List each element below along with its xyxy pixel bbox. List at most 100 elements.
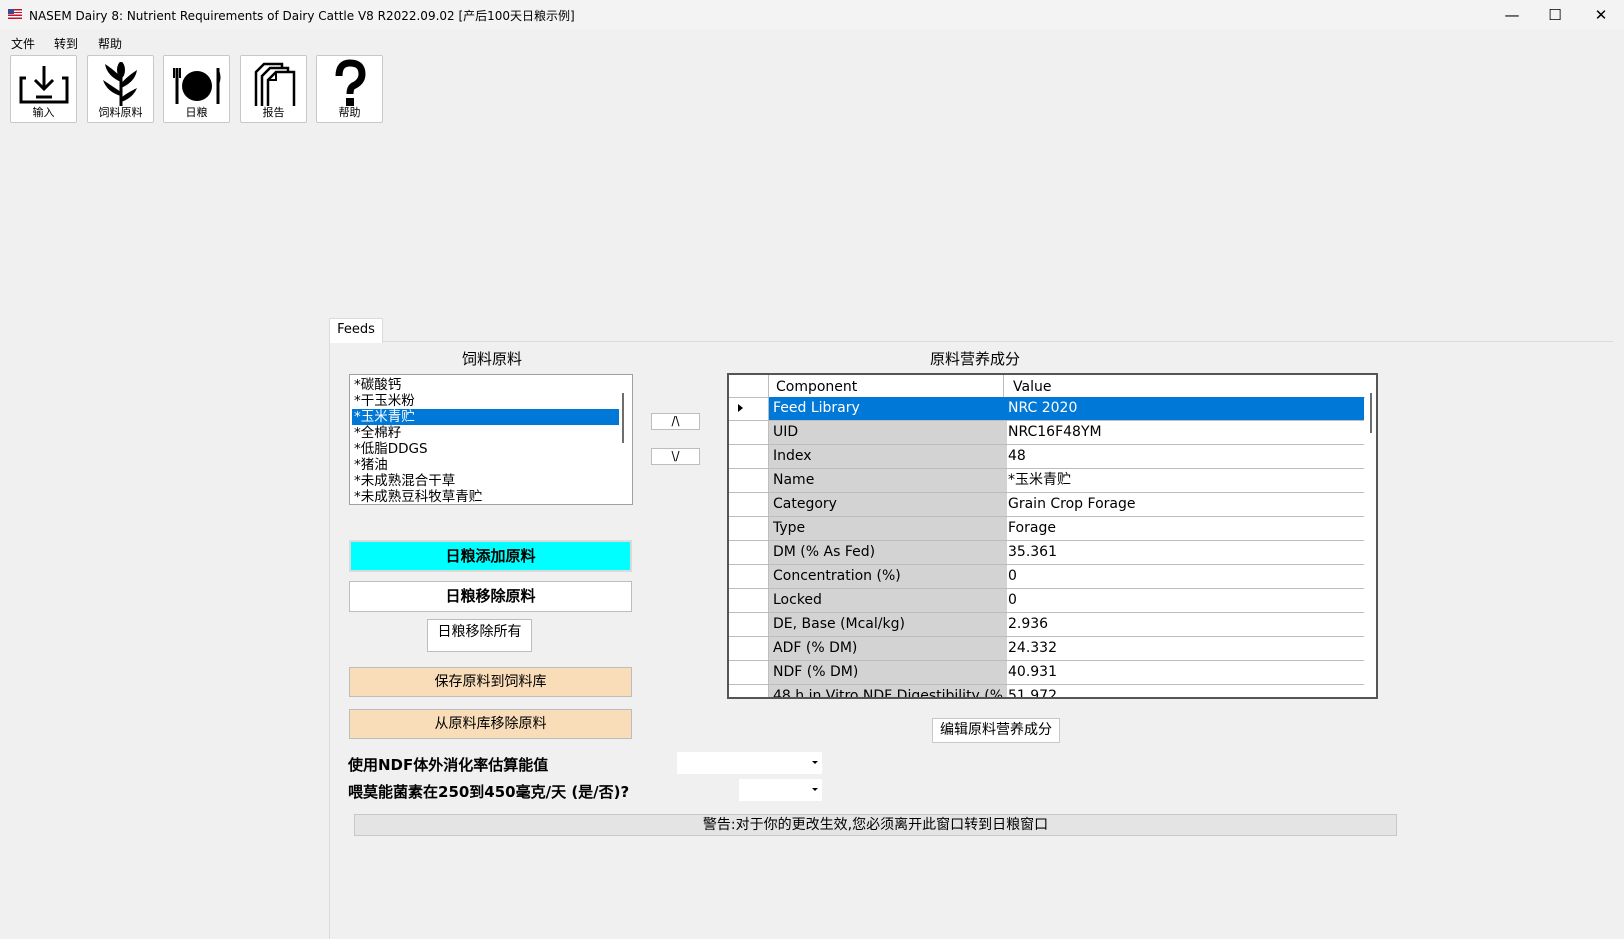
remove-all-button[interactable]: 日粮移除所有 (427, 619, 532, 652)
column-header-value[interactable]: Value (1013, 379, 1051, 395)
list-item[interactable]: *猪油 (352, 457, 619, 473)
list-item-selected[interactable]: *玉米青贮 (352, 409, 619, 425)
download-tray-icon (19, 66, 69, 104)
table-row[interactable]: Concentration (%) 0 (729, 565, 1364, 589)
save-to-library-button[interactable]: 保存原料到饲料库 (349, 667, 632, 697)
remove-from-library-button[interactable]: 从原料库移除原料 (349, 709, 632, 739)
list-item[interactable]: *低脂DDGS (352, 441, 619, 457)
feed-list-scrollbar[interactable] (622, 393, 624, 443)
row-header[interactable] (729, 685, 769, 697)
row-header[interactable] (729, 493, 769, 516)
value-cell[interactable]: Forage (1004, 517, 1364, 540)
table-row[interactable]: Feed Library NRC 2020 (729, 397, 1364, 421)
edit-nutrients-button[interactable]: 编辑原料营养成分 (932, 718, 1060, 743)
add-to-ration-button[interactable]: 日粮添加原料 (349, 540, 632, 572)
list-item[interactable]: *碳酸钙 (352, 377, 619, 393)
help-button[interactable]: 帮助 (316, 55, 383, 123)
row-header[interactable] (729, 469, 769, 492)
value-cell[interactable]: 24.332 (1004, 637, 1364, 660)
menu-help[interactable]: 帮助 (98, 35, 122, 52)
value-cell[interactable]: NRC16F48YM (1004, 421, 1364, 444)
move-up-button[interactable]: /\ (651, 413, 700, 430)
menu-goto[interactable]: 转到 (54, 35, 78, 52)
row-header[interactable] (729, 637, 769, 660)
value-cell[interactable]: 35.361 (1004, 541, 1364, 564)
list-item[interactable]: *全棉籽 (352, 425, 619, 441)
window-title: NASEM Dairy 8: Nutrient Requirements of … (29, 9, 575, 23)
list-item[interactable]: *未成熟豆科牧草青贮 (352, 489, 619, 504)
maximize-button[interactable]: ☐ (1540, 4, 1570, 26)
column-header-component[interactable]: Component (776, 379, 857, 395)
value-cell[interactable]: 0 (1004, 589, 1364, 612)
title-bar: NASEM Dairy 8: Nutrient Requirements of … (0, 0, 1624, 30)
component-cell: ADF (% DM) (769, 637, 1007, 660)
table-row[interactable]: Type Forage (729, 517, 1364, 541)
table-row[interactable]: NDF (% DM) 40.931 (729, 661, 1364, 685)
monensin-label: 喂莫能菌素在250到450毫克/天 (是/否)? (348, 783, 630, 801)
ndf-digestibility-select[interactable] (677, 752, 822, 774)
table-row[interactable]: Name *玉米青贮 (729, 469, 1364, 493)
value-cell[interactable]: *玉米青贮 (1004, 469, 1364, 492)
row-header[interactable] (729, 661, 769, 684)
feed-list[interactable]: *碳酸钙 *干玉米粉 *玉米青贮 *全棉籽 *低脂DDGS *猪油 *未成熟混合… (349, 374, 633, 505)
component-cell: NDF (% DM) (769, 661, 1007, 684)
us-flag-icon (8, 9, 22, 19)
row-header[interactable] (729, 565, 769, 588)
warning-message: 警告:对于你的更改生效,您必须离开此窗口转到日粮窗口 (354, 814, 1397, 836)
component-cell: Name (769, 469, 1007, 492)
help-button-label: 帮助 (338, 106, 361, 119)
list-item[interactable]: *干玉米粉 (352, 393, 619, 409)
table-row[interactable]: ADF (% DM) 24.332 (729, 637, 1364, 661)
ration-button[interactable]: 日粮 (163, 55, 230, 123)
input-button-label: 输入 (32, 106, 55, 119)
row-header[interactable] (729, 397, 769, 420)
table-row[interactable]: Index 48 (729, 445, 1364, 469)
input-button[interactable]: 输入 (10, 55, 77, 123)
documents-icon (254, 62, 296, 106)
menu-file[interactable]: 文件 (11, 35, 35, 52)
grid-scrollbar[interactable] (1370, 393, 1372, 433)
list-item[interactable]: *未成熟混合干草 (352, 473, 619, 489)
value-cell[interactable]: 40.931 (1004, 661, 1364, 684)
row-header[interactable] (729, 589, 769, 612)
table-row[interactable]: 48 h in Vitro NDF Digestibility (% 51.97… (729, 685, 1364, 697)
feedstuffs-button[interactable]: 饲料原料 (87, 55, 154, 123)
value-cell[interactable]: Grain Crop Forage (1004, 493, 1364, 516)
report-button[interactable]: 报告 (240, 55, 307, 123)
minimize-button[interactable]: — (1497, 4, 1527, 26)
ration-button-label: 日粮 (185, 106, 208, 119)
chevron-down-icon (812, 761, 818, 764)
chevron-down-icon (812, 788, 818, 791)
row-header[interactable] (729, 421, 769, 444)
table-row[interactable]: Category Grain Crop Forage (729, 493, 1364, 517)
component-cell: Index (769, 445, 1007, 468)
component-cell: 48 h in Vitro NDF Digestibility (% (769, 685, 1007, 697)
table-row[interactable]: Locked 0 (729, 589, 1364, 613)
table-row[interactable]: UID NRC16F48YM (729, 421, 1364, 445)
close-button[interactable]: ✕ (1586, 4, 1616, 26)
row-header[interactable] (729, 445, 769, 468)
plate-cutlery-icon (173, 68, 221, 104)
monensin-select[interactable] (739, 779, 822, 801)
row-header[interactable] (729, 613, 769, 636)
current-row-arrow-icon (738, 404, 743, 412)
value-cell[interactable]: 2.936 (1004, 613, 1364, 636)
value-cell[interactable]: 51.972 (1004, 685, 1364, 697)
value-cell[interactable]: 0 (1004, 565, 1364, 588)
remove-from-ration-button[interactable]: 日粮移除原料 (349, 581, 632, 612)
value-cell[interactable]: NRC 2020 (1004, 397, 1364, 420)
table-row[interactable]: DM (% As Fed) 35.361 (729, 541, 1364, 565)
nutrient-grid[interactable]: Component Value Feed Library NRC 2020 UI… (727, 373, 1378, 699)
value-cell[interactable]: 48 (1004, 445, 1364, 468)
move-down-button[interactable]: \/ (651, 448, 700, 465)
feedstuffs-button-label: 饲料原料 (98, 106, 143, 119)
corn-plant-icon (103, 62, 137, 106)
component-cell: Concentration (%) (769, 565, 1007, 588)
component-cell: Type (769, 517, 1007, 540)
table-row[interactable]: DE, Base (Mcal/kg) 2.936 (729, 613, 1364, 637)
row-header[interactable] (729, 517, 769, 540)
component-cell: DE, Base (Mcal/kg) (769, 613, 1007, 636)
component-cell: Category (769, 493, 1007, 516)
tab-feeds[interactable]: Feeds (329, 318, 383, 343)
row-header[interactable] (729, 541, 769, 564)
